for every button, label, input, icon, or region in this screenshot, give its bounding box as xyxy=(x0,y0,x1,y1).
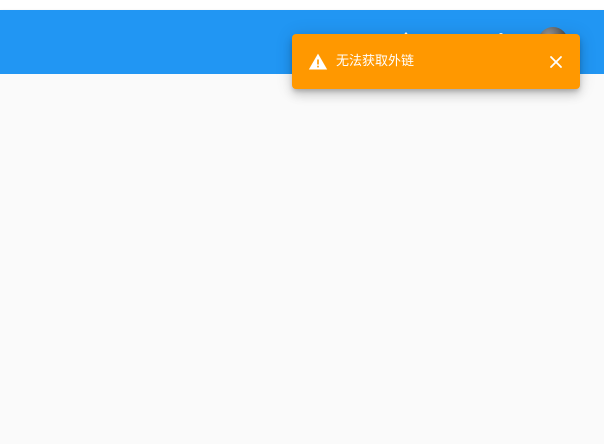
main-content xyxy=(0,74,604,444)
close-icon[interactable] xyxy=(549,55,563,69)
error-snackbar: 无法获取外链 xyxy=(292,34,580,89)
close-button[interactable] xyxy=(545,51,567,73)
window-top-strip xyxy=(0,0,604,10)
snackbar-message: 无法获取外链 xyxy=(336,53,415,69)
warning-icon xyxy=(308,52,328,72)
